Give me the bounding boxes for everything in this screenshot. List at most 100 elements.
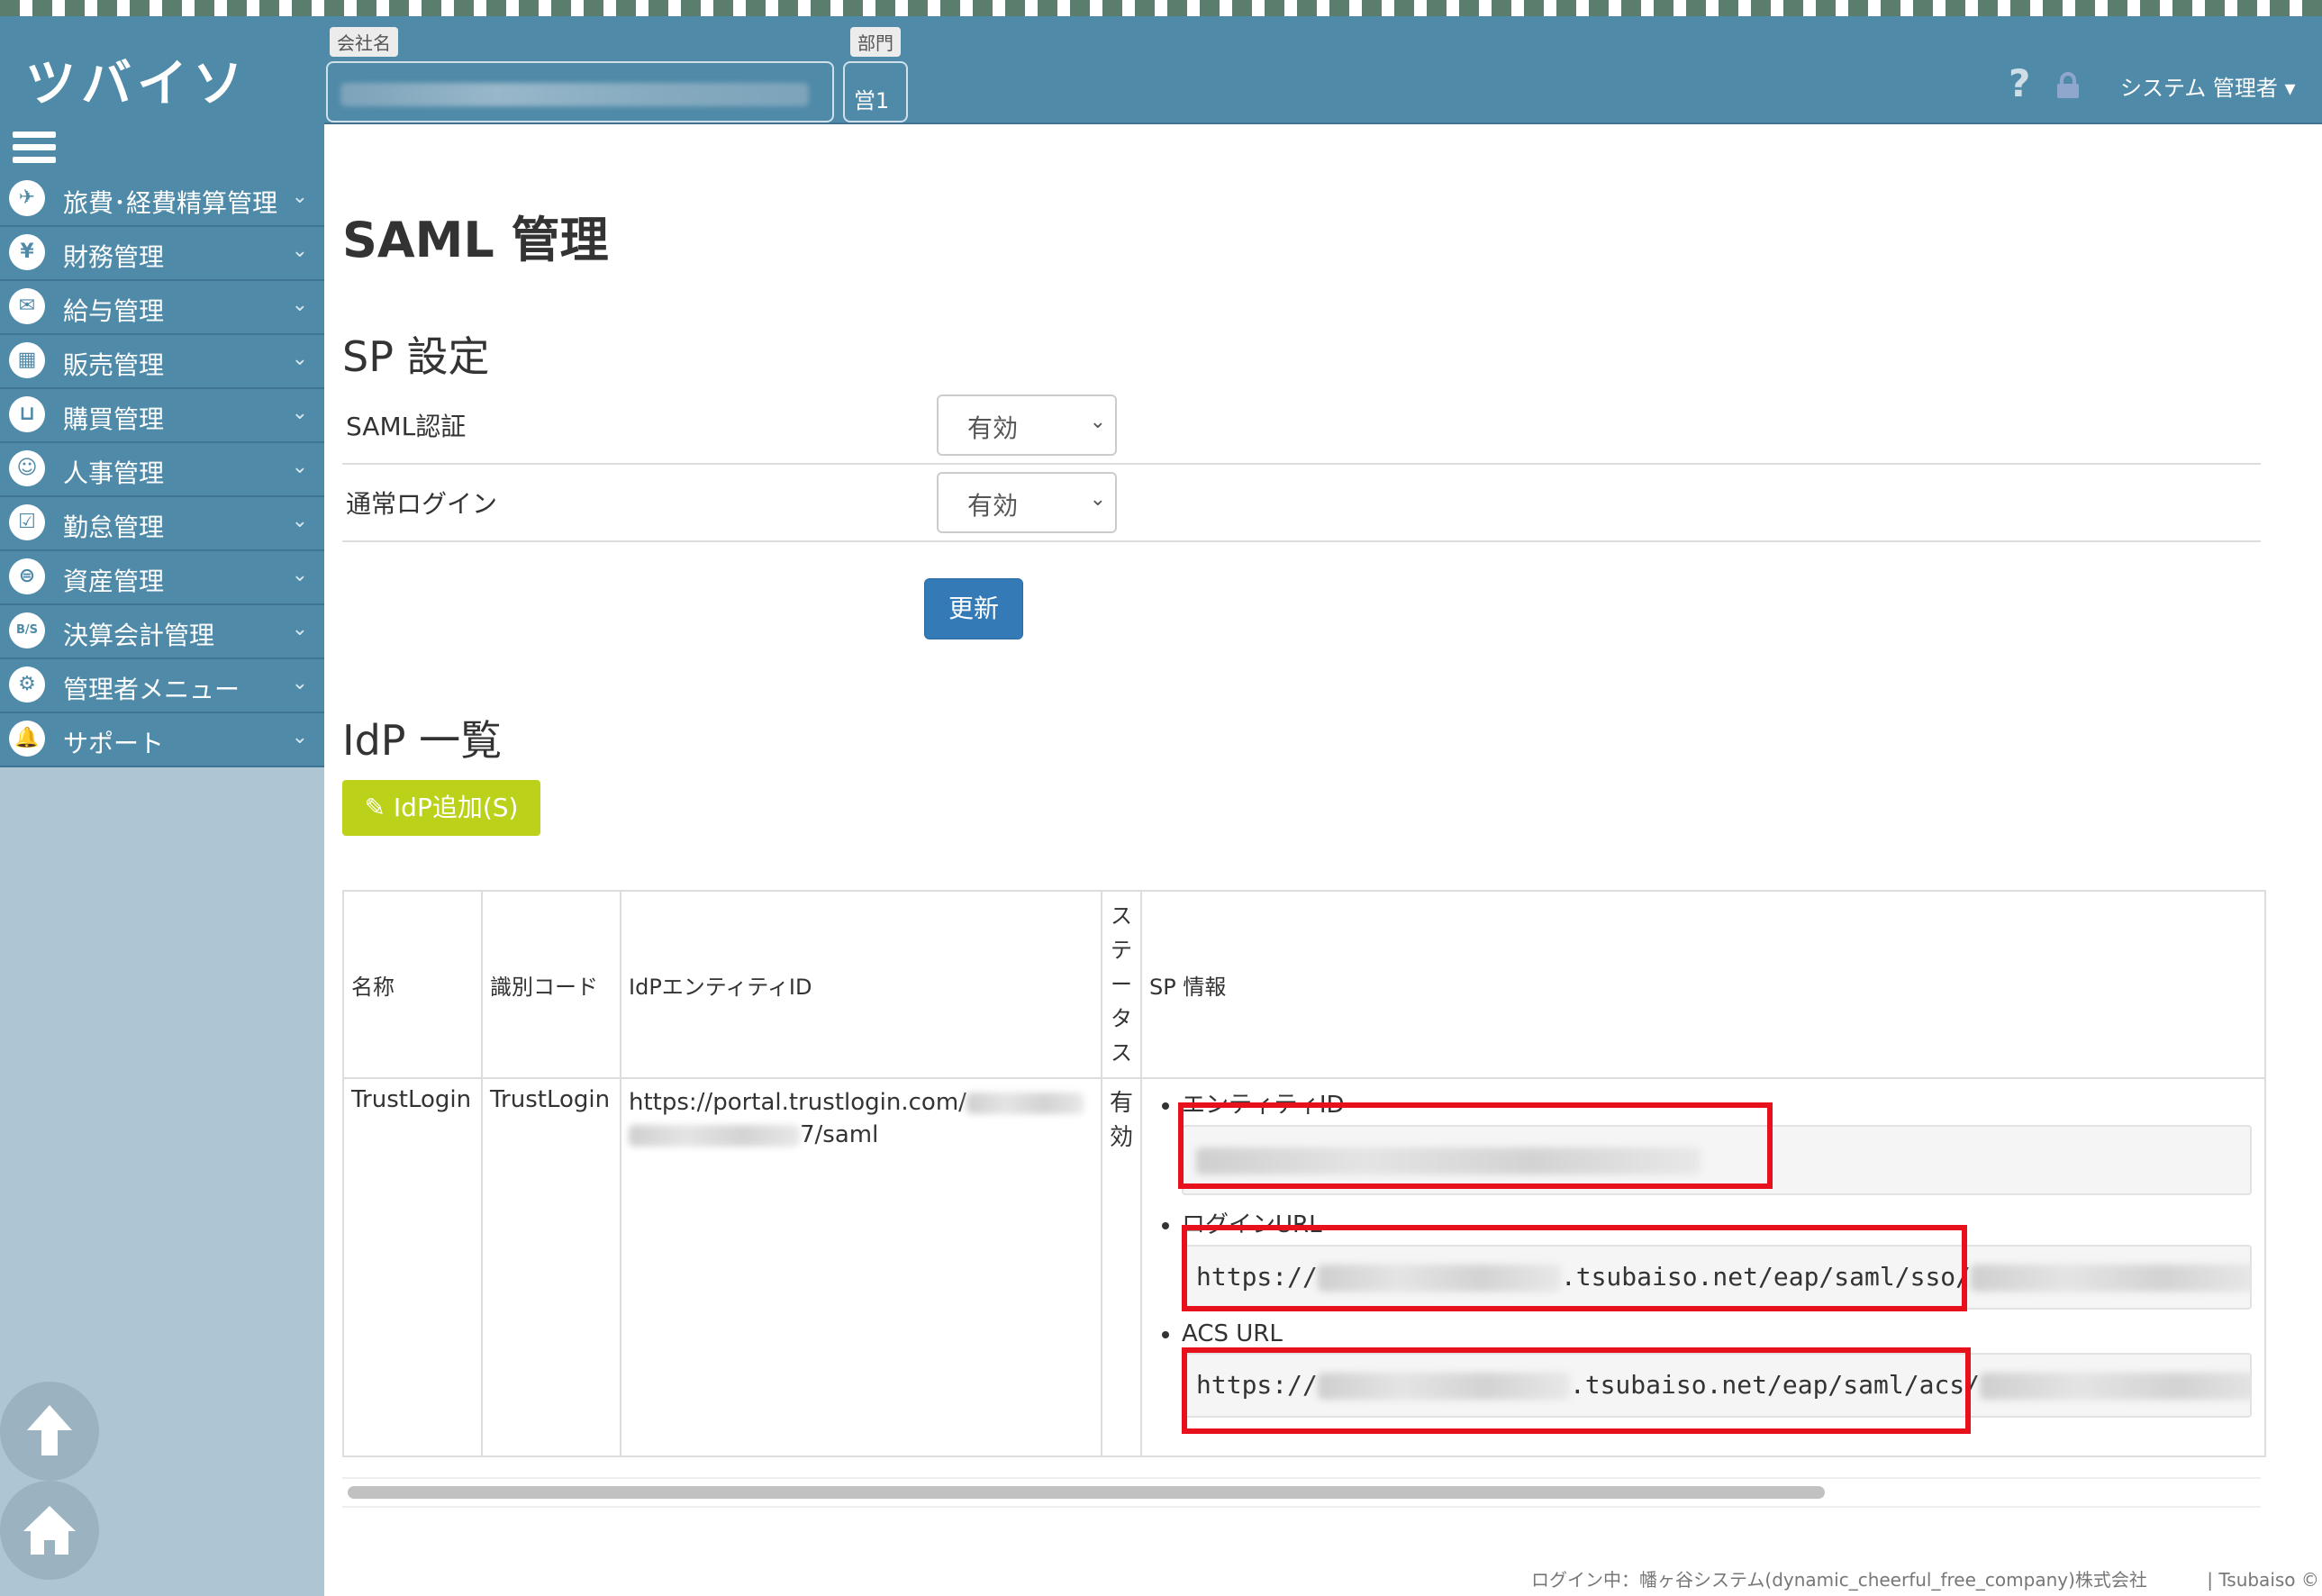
chevron-down-icon: ⌄ bbox=[291, 456, 308, 478]
scroll-top-button[interactable] bbox=[0, 1382, 99, 1481]
company-label: 会社名 bbox=[330, 27, 398, 57]
status-header-text: ステータス bbox=[1111, 903, 1132, 1066]
entity-id-suffix: 7/saml bbox=[800, 1121, 879, 1148]
bell-icon: 🔔 bbox=[9, 721, 45, 757]
car-icon: ⊜ bbox=[9, 558, 45, 594]
bs-pl-icon: B/S bbox=[9, 612, 45, 648]
chevron-down-icon: ⌄ bbox=[1089, 411, 1106, 433]
sidebar-item-3[interactable]: ▦ 販売管理 ⌄ bbox=[0, 335, 324, 389]
main-content: SAML 管理 SP 設定 SAML認証 有効 ⌄ 通常ログイン 有効 ⌄ 更新… bbox=[324, 122, 2322, 1596]
sidebar-item-label: 給与管理 bbox=[63, 296, 165, 326]
chevron-down-icon: ⌄ bbox=[291, 348, 308, 370]
sidebar-item-2[interactable]: ✉ 給与管理 ⌄ bbox=[0, 281, 324, 335]
saml-auth-row: SAML認証 有効 ⌄ bbox=[342, 387, 2261, 465]
header-name: 名称 bbox=[342, 890, 483, 1079]
horizontal-scrollbar[interactable] bbox=[342, 1477, 2261, 1508]
sidebar-item-label: 旅費･経費精算管理 bbox=[63, 188, 278, 218]
sidebar-item-7[interactable]: ⊜ 資産管理 ⌄ bbox=[0, 551, 324, 605]
entity-id-redacted-2 bbox=[629, 1124, 800, 1147]
sidebar-item-label: 販売管理 bbox=[63, 350, 165, 380]
update-button[interactable]: 更新 bbox=[924, 578, 1023, 639]
hamburger-icon bbox=[13, 131, 56, 138]
chevron-down-icon: ⌄ bbox=[1089, 488, 1106, 511]
saml-auth-label: SAML認証 bbox=[346, 412, 467, 441]
user-menu[interactable]: システム 管理者 ▾ bbox=[2120, 70, 2296, 102]
normal-login-value: 有効 bbox=[967, 491, 1019, 521]
entity-id-redacted bbox=[966, 1092, 1084, 1114]
highlight-acs-url bbox=[1182, 1347, 1971, 1434]
app-logo[interactable]: ツバイソ bbox=[25, 43, 249, 116]
chevron-down-icon: ⌄ bbox=[291, 240, 308, 262]
lock-icon[interactable] bbox=[2055, 72, 2081, 99]
chevron-down-icon: ⌄ bbox=[291, 672, 308, 694]
sidebar-item-1[interactable]: ¥ 財務管理 ⌄ bbox=[0, 227, 324, 281]
idp-code: TrustLogin bbox=[481, 1077, 621, 1457]
person-icon: ☺ bbox=[9, 450, 45, 486]
calendar-icon: ☑ bbox=[9, 504, 45, 540]
cart-icon: ⊔ bbox=[9, 396, 45, 432]
sidebar-item-label: 財務管理 bbox=[63, 242, 165, 272]
chevron-down-icon: ⌄ bbox=[291, 726, 308, 748]
table-header-row: 名称 識別コード IdPエンティティID ステータス SP 情報 bbox=[342, 890, 2266, 1079]
airplane-icon: ✈ bbox=[9, 180, 45, 216]
sp-settings-heading: SP 設定 bbox=[342, 332, 490, 381]
status-value: 有効 bbox=[1110, 1090, 1134, 1151]
chevron-down-icon: ⌄ bbox=[291, 186, 308, 208]
home-icon bbox=[23, 1506, 76, 1555]
normal-login-select[interactable]: 有効 ⌄ bbox=[937, 472, 1117, 533]
company-field[interactable] bbox=[326, 61, 834, 122]
sidebar-item-8[interactable]: B/S 決算会計管理 ⌄ bbox=[0, 605, 324, 659]
scrollbar-thumb[interactable] bbox=[348, 1486, 1825, 1499]
entity-id-prefix: https://portal.trustlogin.com/ bbox=[629, 1089, 966, 1116]
header-stripe bbox=[0, 0, 2322, 16]
header-entity-id: IdPエンティティID bbox=[620, 890, 1102, 1079]
department-value: 営1 bbox=[854, 88, 890, 113]
chevron-down-icon: ⌄ bbox=[291, 564, 308, 586]
sidebar-nav: ✈ 旅費･経費精算管理 ⌄ ¥ 財務管理 ⌄ ✉ 給与管理 ⌄ ▦ 販売管理 ⌄ ⊔ 購買管理 ⌄ ☺ 人事管理… bbox=[0, 173, 324, 767]
normal-login-label: 通常ログイン bbox=[346, 489, 498, 519]
app-header: ツバイソ 会社名 営1 部門 ? システム 管理者 ▾ bbox=[0, 16, 2322, 124]
highlight-login-url bbox=[1182, 1225, 1967, 1311]
login-url-id-redacted bbox=[1971, 1265, 2250, 1292]
home-button[interactable] bbox=[0, 1481, 99, 1580]
normal-login-row: 通常ログイン 有効 ⌄ bbox=[342, 465, 2261, 542]
saml-auth-value: 有効 bbox=[967, 413, 1019, 443]
help-icon[interactable]: ? bbox=[2009, 61, 2030, 105]
yen-icon: ¥ bbox=[9, 234, 45, 270]
footer-login-info: ログイン中：幡ヶ谷システム(dynamic_cheerful_free_comp… bbox=[1531, 1569, 2147, 1591]
chevron-down-icon: ⌄ bbox=[291, 294, 308, 316]
sidebar-item-label: 決算会計管理 bbox=[63, 621, 215, 650]
saml-auth-select[interactable]: 有効 ⌄ bbox=[937, 394, 1117, 456]
header-code: 識別コード bbox=[481, 890, 621, 1079]
acs-url-id-redacted bbox=[1980, 1373, 2250, 1400]
add-idp-button[interactable]: ✎ IdP追加(S) bbox=[342, 780, 540, 836]
sidebar-item-10[interactable]: 🔔 サポート ⌄ bbox=[0, 713, 324, 767]
sidebar-item-4[interactable]: ⊔ 購買管理 ⌄ bbox=[0, 389, 324, 443]
department-field[interactable]: 営1 bbox=[843, 61, 908, 122]
building-icon: ▦ bbox=[9, 342, 45, 378]
sidebar-item-label: 管理者メニュー bbox=[63, 675, 240, 704]
acs-url-label: ACS URL bbox=[1182, 1320, 1283, 1347]
page-title: SAML 管理 bbox=[342, 212, 609, 268]
sidebar-item-label: 購買管理 bbox=[63, 404, 165, 434]
company-name-redacted bbox=[340, 83, 809, 106]
chevron-down-icon: ⌄ bbox=[291, 402, 308, 424]
sidebar-item-5[interactable]: ☺ 人事管理 ⌄ bbox=[0, 443, 324, 497]
header-sp-info: SP 情報 bbox=[1140, 890, 2266, 1079]
idp-name: TrustLogin bbox=[342, 1077, 483, 1457]
footer: ログイン中：幡ヶ谷システム(dynamic_cheerful_free_comp… bbox=[1531, 1565, 2322, 1591]
sidebar-item-label: 勤怠管理 bbox=[63, 512, 165, 542]
arrow-up-icon bbox=[27, 1405, 72, 1455]
sidebar-item-0[interactable]: ✈ 旅費･経費精算管理 ⌄ bbox=[0, 173, 324, 227]
idp-entity-id: https://portal.trustlogin.com/ 7/saml bbox=[620, 1077, 1102, 1457]
sidebar-item-label: 資産管理 bbox=[63, 567, 165, 596]
idp-list-heading: IdP 一覧 bbox=[342, 716, 503, 765]
highlight-entity-id bbox=[1178, 1102, 1773, 1189]
sidebar: ✈ 旅費･経費精算管理 ⌄ ¥ 財務管理 ⌄ ✉ 給与管理 ⌄ ▦ 販売管理 ⌄ ⊔ 購買管理 ⌄ ☺ 人事管理… bbox=[0, 122, 324, 1596]
footer-copyright: | Tsubaiso © 2023 bbox=[2207, 1569, 2322, 1591]
sidebar-item-9[interactable]: ⚙ 管理者メニュー ⌄ bbox=[0, 659, 324, 713]
sidebar-item-label: サポート bbox=[63, 729, 165, 758]
menu-toggle[interactable] bbox=[0, 122, 324, 173]
sidebar-item-6[interactable]: ☑ 勤怠管理 ⌄ bbox=[0, 497, 324, 551]
chevron-down-icon: ⌄ bbox=[291, 510, 308, 532]
